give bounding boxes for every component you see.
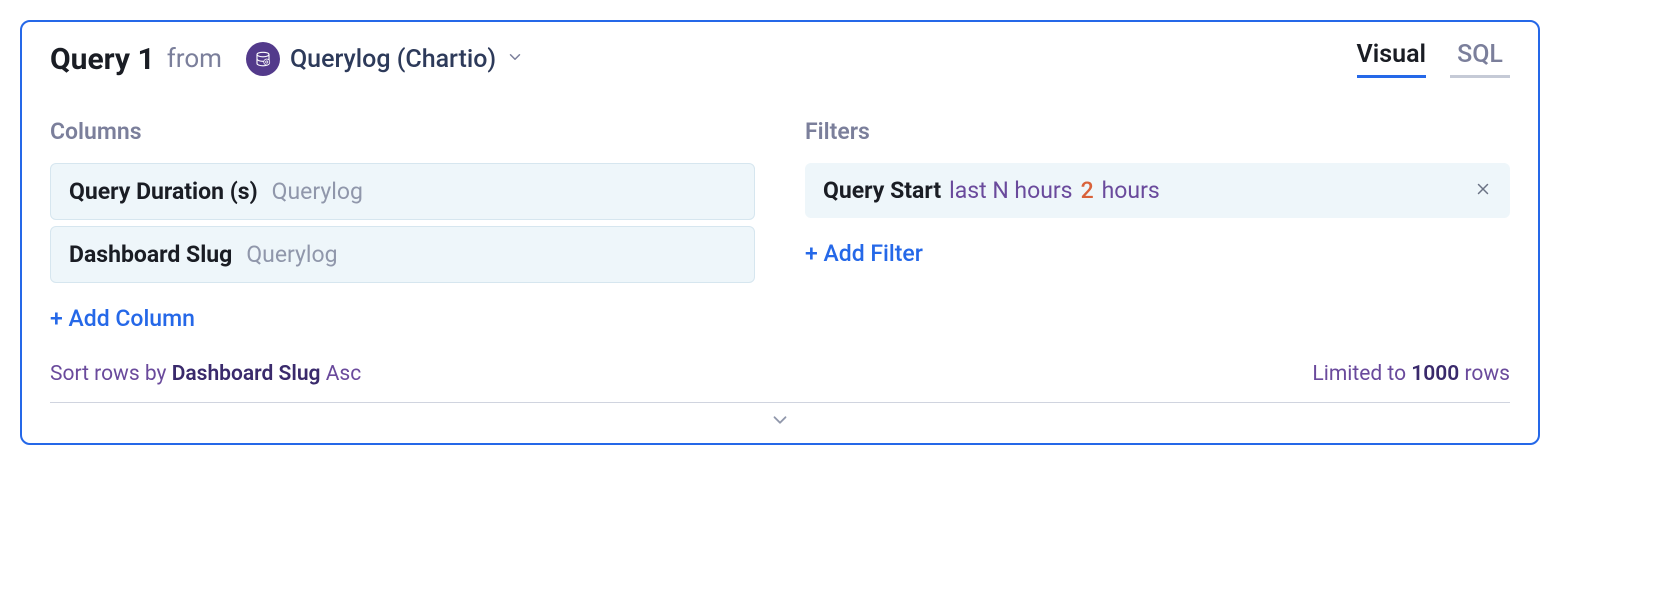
sort-control[interactable]: Sort rows by Dashboard Slug Asc — [50, 362, 361, 386]
limit-value: 1000 — [1411, 362, 1459, 386]
divider — [50, 402, 1510, 403]
header-left: Query 1 from Querylog (Chartio) — [50, 42, 524, 77]
from-label: from — [167, 44, 222, 74]
datasource-name: Querylog (Chartio) — [290, 45, 496, 74]
column-source: Querylog — [272, 178, 363, 205]
column-name: Query Duration (s) — [69, 178, 258, 205]
limit-suffix: rows — [1464, 362, 1510, 386]
database-icon — [246, 42, 280, 76]
query-title: Query 1 — [50, 42, 155, 77]
column-source: Querylog — [246, 241, 337, 268]
add-filter-button[interactable]: + Add Filter — [805, 240, 923, 267]
column-item[interactable]: Dashboard Slug Querylog — [50, 226, 755, 283]
add-column-button[interactable]: + Add Column — [50, 305, 195, 332]
chevron-down-icon — [506, 48, 524, 70]
filters-title: Filters — [805, 118, 1510, 145]
columns-title: Columns — [50, 118, 755, 145]
sort-direction: Asc — [326, 362, 362, 386]
sort-field: Dashboard Slug — [172, 362, 321, 386]
query-panel: Query 1 from Querylog (Chartio) — [20, 20, 1540, 445]
remove-filter-icon[interactable] — [1474, 179, 1492, 203]
mode-tabs: Visual SQL — [1357, 40, 1510, 78]
header-row: Query 1 from Querylog (Chartio) — [50, 40, 1510, 78]
datasource-selector[interactable]: Querylog (Chartio) — [246, 42, 524, 76]
tab-sql[interactable]: SQL — [1450, 40, 1510, 78]
columns-list: Query Duration (s) Querylog Dashboard Sl… — [50, 163, 755, 283]
body-grid: Columns Query Duration (s) Querylog Dash… — [50, 118, 1510, 332]
filter-field: Query Start — [823, 177, 941, 204]
filters-section: Filters Query Start last N hours 2 hours… — [805, 118, 1510, 332]
filter-value: 2 — [1081, 177, 1094, 204]
limit-control[interactable]: Limited to 1000 rows — [1312, 362, 1510, 386]
expand-panel-button[interactable] — [50, 409, 1510, 431]
filter-content: Query Start last N hours 2 hours — [823, 177, 1160, 204]
columns-section: Columns Query Duration (s) Querylog Dash… — [50, 118, 755, 332]
column-name: Dashboard Slug — [69, 241, 232, 268]
footer-row: Sort rows by Dashboard Slug Asc Limited … — [50, 362, 1510, 386]
column-item[interactable]: Query Duration (s) Querylog — [50, 163, 755, 220]
limit-prefix: Limited to — [1312, 362, 1406, 386]
filter-operator: last N hours — [949, 177, 1072, 204]
filter-item[interactable]: Query Start last N hours 2 hours — [805, 163, 1510, 218]
sort-prefix: Sort rows by — [50, 362, 166, 386]
filter-unit: hours — [1102, 177, 1160, 204]
tab-visual[interactable]: Visual — [1357, 40, 1426, 78]
